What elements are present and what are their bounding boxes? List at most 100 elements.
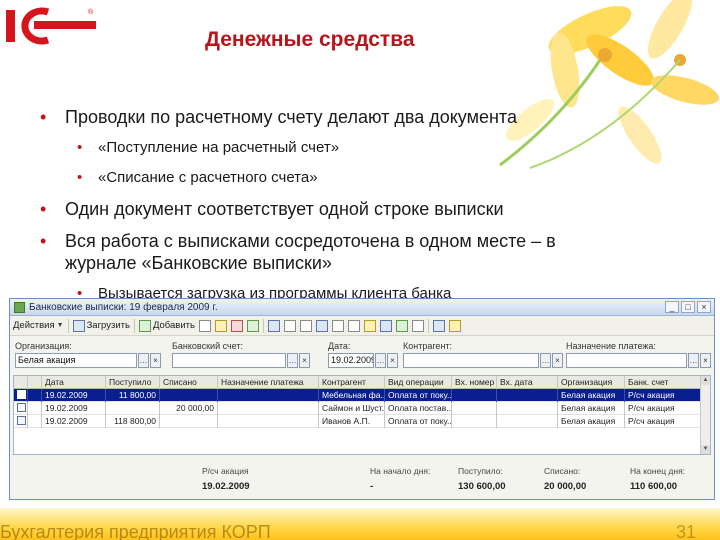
delete-icon[interactable]: [230, 319, 243, 332]
add-button[interactable]: Добавить: [138, 319, 195, 332]
window-title: Банковские выписки: 19 февраля 2009 г.: [29, 301, 218, 313]
cell-contractor: Мебельная фа...: [319, 389, 385, 402]
history-icon[interactable]: [432, 319, 445, 332]
cell-organization: Белая акация: [558, 402, 625, 415]
contractor-filter-field[interactable]: [403, 353, 539, 368]
column-header[interactable]: Вх. номер: [452, 376, 497, 389]
table-scrollbar[interactable]: ▲ ▼: [700, 376, 710, 454]
interval-icon[interactable]: [267, 319, 280, 332]
load-icon: [72, 319, 85, 332]
maximize-button[interactable]: □: [681, 301, 695, 313]
actions-label: Действия: [13, 320, 55, 331]
table-header: Дата Поступило Списано Назначение платеж…: [14, 376, 710, 389]
cell-in-number: [452, 389, 497, 402]
balance-summary: Р/сч акация 19.02.2009 На начало дня: - …: [10, 459, 714, 499]
actions-menu-button[interactable]: Действия ▼: [13, 320, 64, 331]
window-titlebar[interactable]: Банковские выписки: 19 февраля 2009 г. _…: [10, 299, 714, 316]
help-icon[interactable]: [448, 319, 461, 332]
column-header[interactable]: Контрагент: [319, 376, 385, 389]
clear-button[interactable]: ×: [299, 353, 310, 368]
cell-account: Р/сч акация: [625, 415, 702, 428]
select-button[interactable]: …: [540, 353, 551, 368]
cell-expense: [160, 389, 218, 402]
purpose-filter-label: Назначение платежа:: [566, 341, 656, 351]
entries-icon[interactable]: [395, 319, 408, 332]
scroll-up-icon[interactable]: ▲: [701, 376, 710, 385]
structure-icon[interactable]: [363, 319, 376, 332]
statements-table: Дата Поступило Списано Назначение платеж…: [13, 375, 711, 455]
document-icon: [17, 416, 26, 425]
column-header[interactable]: Поступило: [106, 376, 160, 389]
purpose-filter-field[interactable]: [566, 353, 687, 368]
cell-organization: Белая акация: [558, 389, 625, 402]
column-header[interactable]: Дата: [42, 376, 106, 389]
svg-text:®: ®: [88, 8, 94, 16]
sort-icon[interactable]: [315, 319, 328, 332]
org-filter-field[interactable]: Белая акация: [15, 353, 137, 368]
table-row[interactable]: 19.02.2009 20 000,00 Саймон и Шуст... Оп…: [14, 402, 710, 415]
minimize-button[interactable]: _: [665, 301, 679, 313]
clear-button[interactable]: ×: [387, 353, 398, 368]
cell-in-date: [497, 389, 558, 402]
print-icon[interactable]: [411, 319, 424, 332]
document-icon: [17, 390, 26, 399]
cell-organization: Белая акация: [558, 415, 625, 428]
table-row[interactable]: 19.02.2009 118 800,00 Иванов А.П. Оплата…: [14, 415, 710, 428]
summary-income-label: Поступило:: [458, 466, 503, 476]
copy-icon[interactable]: [198, 319, 211, 332]
clear-button[interactable]: ×: [150, 353, 161, 368]
cell-expense: 20 000,00: [160, 402, 218, 415]
summary-expense-label: Списано:: [544, 466, 581, 476]
summary-expense-value: 20 000,00: [544, 481, 587, 492]
cell-income: 118 800,00: [106, 415, 160, 428]
calendar-button[interactable]: …: [375, 353, 386, 368]
select-button[interactable]: …: [287, 353, 298, 368]
report-icon[interactable]: [379, 319, 392, 332]
cell-operation: Оплата от поку...: [385, 415, 452, 428]
bullet-item: Вся работа с выписками сосредоточена в о…: [40, 230, 595, 274]
toolbar-separator: [67, 318, 69, 333]
post-icon[interactable]: [246, 319, 259, 332]
footer-text: Бухгалтерия предприятия КОРП: [0, 522, 271, 540]
close-button[interactable]: ×: [697, 301, 711, 313]
add-label: Добавить: [152, 320, 195, 331]
refresh-icon[interactable]: [299, 319, 312, 332]
cell-income: 11 800,00: [106, 389, 160, 402]
summary-account-date: 19.02.2009: [202, 481, 250, 492]
bank-account-filter-field[interactable]: [172, 353, 286, 368]
table-row[interactable]: 19.02.2009 11 800,00 Мебельная фа... Опл…: [14, 389, 710, 402]
cell-date: 19.02.2009: [42, 402, 106, 415]
contractor-filter-label: Контрагент:: [403, 341, 453, 351]
column-header-icon: [14, 376, 28, 389]
cell-contractor: Саймон и Шуст...: [319, 402, 385, 415]
column-header[interactable]: Назначение платежа: [218, 376, 319, 389]
row-status-cell: [28, 402, 42, 415]
clear-button[interactable]: ×: [552, 353, 563, 368]
cell-date: 19.02.2009: [42, 415, 106, 428]
select-button[interactable]: …: [138, 353, 149, 368]
column-header[interactable]: Вх. дата: [497, 376, 558, 389]
chevron-down-icon: ▼: [56, 322, 64, 329]
add-icon: [138, 319, 151, 332]
select-button[interactable]: …: [688, 353, 699, 368]
column-header[interactable]: Организация: [558, 376, 625, 389]
load-button[interactable]: Загрузить: [72, 319, 130, 332]
bank-account-filter-label: Банковский счет:: [172, 341, 244, 351]
edit-icon[interactable]: [214, 319, 227, 332]
scroll-down-icon[interactable]: ▼: [701, 445, 710, 454]
load-label: Загрузить: [86, 320, 130, 331]
search-icon[interactable]: [283, 319, 296, 332]
column-header-status: [28, 376, 42, 389]
summary-end-value: 110 600,00: [630, 481, 678, 492]
clear-button[interactable]: ×: [700, 353, 711, 368]
cell-income: [106, 402, 160, 415]
filter-off-icon[interactable]: [347, 319, 360, 332]
filter-icon[interactable]: [331, 319, 344, 332]
document-icon: [17, 403, 26, 412]
bank-statements-window: Банковские выписки: 19 февраля 2009 г. _…: [9, 298, 715, 500]
column-header[interactable]: Банк. счет: [625, 376, 702, 389]
date-filter-field[interactable]: 19.02.2009: [328, 353, 374, 368]
cell-purpose: [218, 389, 319, 402]
column-header[interactable]: Списано: [160, 376, 218, 389]
column-header[interactable]: Вид операции: [385, 376, 452, 389]
